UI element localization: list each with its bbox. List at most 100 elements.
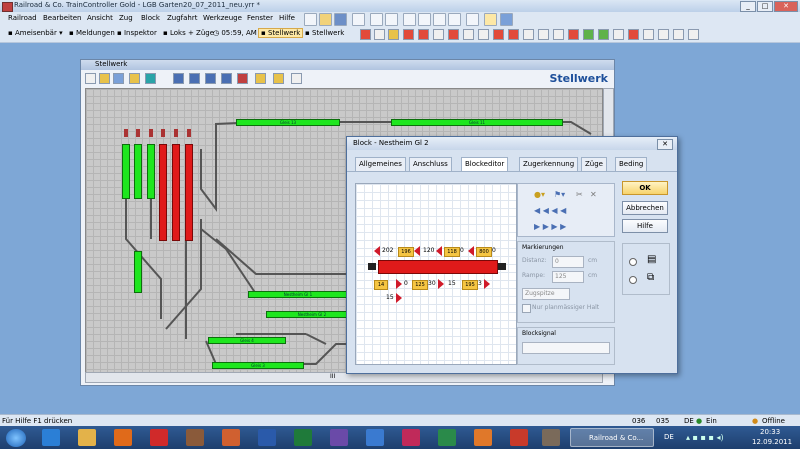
block-vertical-7[interactable] [134,251,142,293]
signal-icon-4[interactable] [161,129,165,137]
switch-tool-icon[interactable] [205,73,216,84]
help-button[interactable]: Hilfe [622,219,668,233]
edit-mode-icon[interactable] [484,13,497,26]
signal-icon-2[interactable] [136,129,140,137]
menu-ansicht[interactable]: Ansicht [87,14,113,22]
stellwerk-tab-active[interactable]: ▪ Stellwerk [258,28,304,38]
tab-blockeditor[interactable]: Blockeditor [461,157,509,172]
indicator-tool-icon[interactable] [273,73,284,84]
tab-zugerkennung[interactable]: Zugerkennung [519,157,579,172]
menu-zug[interactable]: Zug [119,14,133,22]
editor-bottom-1[interactable]: 14 [374,280,388,290]
redo-icon[interactable] [385,13,398,26]
nur-halt-checkbox[interactable] [522,304,531,313]
scroll-thumb[interactable]: III [330,373,335,380]
select-tool-icon[interactable] [85,73,96,84]
block-gleis-4[interactable]: Gleis 4 [208,337,286,344]
tool-icon-14[interactable] [553,29,564,40]
track-tool-icon[interactable] [173,73,184,84]
signal-tool-icon[interactable] [189,73,200,84]
tool-icon-9[interactable] [478,29,489,40]
tool-icon-17[interactable] [598,29,609,40]
menu-hilfe[interactable]: Hilfe [279,14,295,22]
move-right-icons[interactable]: ▶ ▶ ▶ ▶ [534,222,566,231]
menu-werkzeuge[interactable]: Werkzeuge [203,14,242,22]
menu-railroad[interactable]: Railroad [8,14,37,22]
app-icon-7[interactable] [438,429,456,446]
signal-add-icon[interactable]: ⚑▾ [554,190,565,199]
tool-icon-5[interactable] [418,29,429,40]
zugspitze-select[interactable]: Zugspitze [522,288,570,300]
block-vertical-3[interactable] [147,144,155,199]
app-icon-2[interactable] [186,429,204,446]
tool-icon-22[interactable] [673,29,684,40]
editor-top-6[interactable]: 800 [476,247,492,257]
tool-icon-12[interactable] [523,29,534,40]
tray-icons[interactable]: ▴ ▪ ▪ ▪ ◂) [686,433,724,442]
signal-icon-3[interactable] [149,129,153,137]
maximize-button[interactable]: □ [757,1,773,12]
media-player-icon[interactable] [114,429,132,446]
cut-icon[interactable] [403,13,416,26]
tool-icon-10[interactable] [493,29,504,40]
menu-fenster[interactable]: Fenster [247,14,273,22]
tool-icon-3[interactable] [388,29,399,40]
view-radio-1[interactable] [629,258,637,266]
start-button[interactable] [6,429,26,447]
print-icon[interactable] [352,13,365,26]
app-icon-3[interactable] [222,429,240,446]
tool-icon-2[interactable] [374,29,385,40]
ok-button[interactable]: OK [622,181,668,195]
signal-icon-6[interactable] [187,129,191,137]
editor-top-4[interactable]: 118 [444,247,460,257]
view-radio-2[interactable] [629,276,637,284]
app-icon-6[interactable] [402,429,420,446]
close-button[interactable]: ✕ [774,1,798,12]
menu-bearbeiten[interactable]: Bearbeiten [43,14,81,22]
tool-icon-15[interactable] [568,29,579,40]
distanz-field[interactable]: 0 [552,256,584,268]
new-icon[interactable] [304,13,317,26]
block-editor-canvas[interactable]: 202 196 120 118 0 800 0 14 0 125 30 15 1… [355,183,517,365]
taskbar-lang[interactable]: DE [664,433,674,441]
text-tool-icon[interactable] [291,73,302,84]
block-gleis-13[interactable]: Gleis 13 [236,119,340,126]
word-icon[interactable] [258,429,276,446]
explorer-icon[interactable] [78,429,96,446]
dialog-close-button[interactable]: ✕ [657,139,673,150]
excel-icon[interactable] [294,429,312,446]
block-bar[interactable] [378,260,498,274]
block-tool-icon[interactable] [237,73,248,84]
block-gleis-3[interactable]: Gleis 3 [212,362,304,369]
stellwerk-tab[interactable]: ▪ Stellwerk [305,29,344,37]
tool-icon-21[interactable] [658,29,669,40]
paste-icon[interactable] [433,13,446,26]
tool-icon-16[interactable] [583,29,594,40]
tool-icon-18[interactable] [613,29,624,40]
delete-x-icon[interactable]: ✕ [590,190,597,199]
block-nestheim-gl-2[interactable]: Nestheim Gl 2 [266,311,358,318]
app-icon-5[interactable] [366,429,384,446]
clock-button[interactable]: ◷ 05:59, AM [213,29,257,37]
messages-button[interactable]: ▪ Meldungen [69,29,115,37]
tool-icon-1[interactable] [360,29,371,40]
locos-button[interactable]: ▪ Loks + Züge [163,29,214,37]
minimize-button[interactable]: _ [740,1,756,12]
menu-block[interactable]: Block [141,14,160,22]
firefox-icon[interactable] [474,429,492,446]
open-icon[interactable] [319,13,332,26]
rampe-field[interactable]: 125 [552,271,584,283]
tool-icon-4[interactable] [403,29,414,40]
block-vertical-5[interactable] [172,144,180,241]
block-vertical-2[interactable] [134,144,142,199]
app-icon-8[interactable] [510,429,528,446]
brush-tool-icon[interactable] [113,73,124,84]
tool-icon-6[interactable] [433,29,444,40]
pencil-tool-icon[interactable] [99,73,110,84]
app-icon-9[interactable] [542,429,560,446]
cancel-button[interactable]: Abbrechen [622,201,668,215]
marker-add-icon[interactable]: ●▾ [534,190,545,199]
tool-icon-20[interactable] [643,29,654,40]
block-vertical-1[interactable] [122,144,130,199]
tool-icon-19[interactable] [628,29,639,40]
